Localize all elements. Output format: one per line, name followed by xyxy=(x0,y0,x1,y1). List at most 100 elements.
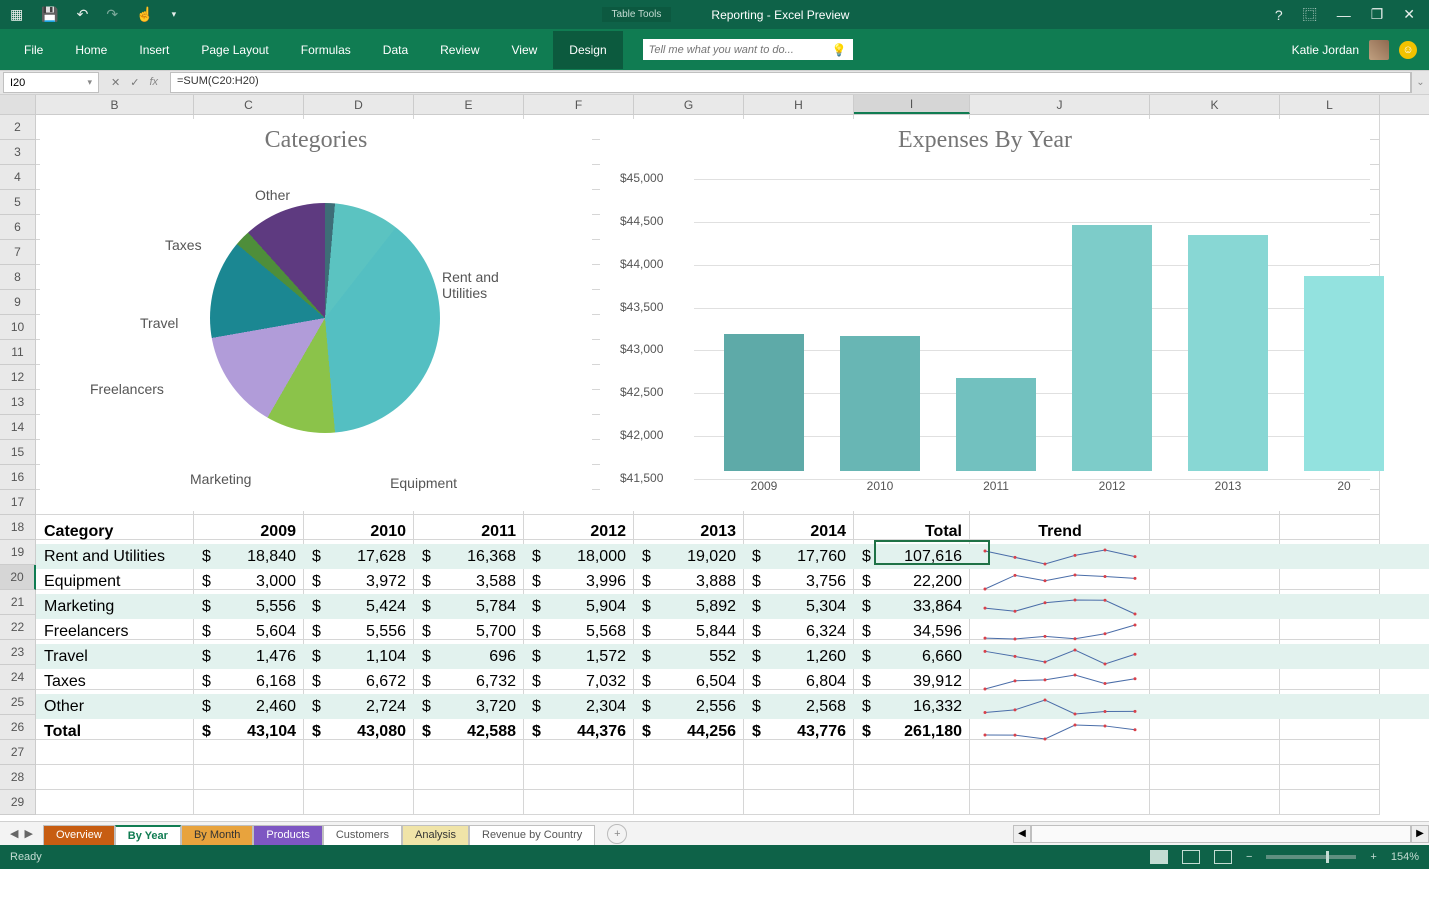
table-cell[interactable]: $2,724 xyxy=(304,698,414,716)
table-row[interactable]: Marketing$5,556$5,424$5,784$5,904$5,892$… xyxy=(36,594,1429,619)
zoom-slider[interactable] xyxy=(1266,855,1356,859)
row-header-6[interactable]: 6 xyxy=(0,215,36,240)
sheet-tab-analysis[interactable]: Analysis xyxy=(402,825,469,845)
table-cell-category[interactable]: Rent and Utilities xyxy=(36,548,194,566)
table-cell[interactable]: $5,700 xyxy=(414,623,524,641)
column-header-H[interactable]: H xyxy=(744,95,854,114)
table-cell[interactable]: $16,368 xyxy=(414,548,524,566)
cell-J29[interactable] xyxy=(970,790,1150,815)
row-header-13[interactable]: 13 xyxy=(0,390,36,415)
table-cell[interactable]: 2009 xyxy=(194,523,304,541)
table-cell[interactable]: $42,588 xyxy=(414,723,524,741)
table-cell[interactable]: 2012 xyxy=(524,523,634,541)
table-footer-row[interactable]: Total$43,104$43,080$42,588$44,376$44,256… xyxy=(36,719,1429,744)
table-row[interactable]: Travel$1,476$1,104$696$1,572$552$1,260$6… xyxy=(36,644,1429,669)
user-name-label[interactable]: Katie Jordan xyxy=(1292,43,1359,57)
row-header-28[interactable]: 28 xyxy=(0,765,36,790)
table-cell-category[interactable]: Total xyxy=(36,723,194,741)
sheet-tab-overview[interactable]: Overview xyxy=(43,825,115,845)
sheet-tab-revenue-by-country[interactable]: Revenue by Country xyxy=(469,825,595,845)
table-cell[interactable]: $1,476 xyxy=(194,648,304,666)
cancel-formula-icon[interactable]: ✕ xyxy=(111,76,120,89)
table-cell-total[interactable]: Total xyxy=(854,523,970,541)
name-box[interactable]: I20 ▾ xyxy=(3,72,99,93)
column-header-J[interactable]: J xyxy=(970,95,1150,114)
column-header-G[interactable]: G xyxy=(634,95,744,114)
row-header-27[interactable]: 27 xyxy=(0,740,36,765)
column-header-I[interactable]: I xyxy=(854,95,970,114)
table-cell[interactable]: $5,844 xyxy=(634,623,744,641)
cell-B28[interactable] xyxy=(36,765,194,790)
table-cell-total[interactable]: $107,616 xyxy=(854,548,970,566)
cell-H28[interactable] xyxy=(744,765,854,790)
row-header-9[interactable]: 9 xyxy=(0,290,36,315)
row-header-15[interactable]: 15 xyxy=(0,440,36,465)
cell-I29[interactable] xyxy=(854,790,970,815)
table-row[interactable]: Rent and Utilities$18,840$17,628$16,368$… xyxy=(36,544,1429,569)
zoom-out-icon[interactable]: − xyxy=(1246,851,1252,863)
view-normal-icon[interactable] xyxy=(1150,850,1168,864)
pie-chart[interactable]: Categories Rent andUtilities Equipment M… xyxy=(40,119,592,511)
zoom-in-icon[interactable]: + xyxy=(1370,851,1376,863)
column-header-E[interactable]: E xyxy=(414,95,524,114)
save-icon[interactable]: 💾 xyxy=(41,6,58,23)
bar-chart[interactable]: Expenses By Year $41,500$42,000$42,500$4… xyxy=(600,119,1370,511)
table-cell[interactable]: $5,904 xyxy=(524,598,634,616)
name-box-dropdown-icon[interactable]: ▾ xyxy=(87,77,92,88)
formula-input[interactable]: =SUM(C20:H20) xyxy=(170,72,1411,93)
table-cell[interactable]: $5,892 xyxy=(634,598,744,616)
table-cell[interactable]: 2014 xyxy=(744,523,854,541)
table-cell-category[interactable]: Category xyxy=(36,523,194,541)
table-cell[interactable]: $2,568 xyxy=(744,698,854,716)
row-header-22[interactable]: 22 xyxy=(0,615,36,640)
ribbon-tab-design[interactable]: Design xyxy=(553,31,622,69)
table-cell[interactable]: $1,104 xyxy=(304,648,414,666)
table-row[interactable]: Equipment$3,000$3,972$3,588$3,996$3,888$… xyxy=(36,569,1429,594)
table-cell[interactable]: $3,588 xyxy=(414,573,524,591)
table-cell[interactable]: $43,776 xyxy=(744,723,854,741)
column-header-B[interactable]: B xyxy=(36,95,194,114)
row-header-29[interactable]: 29 xyxy=(0,790,36,815)
table-cell[interactable]: $2,460 xyxy=(194,698,304,716)
table-cell[interactable]: $6,732 xyxy=(414,673,524,691)
row-header-12[interactable]: 12 xyxy=(0,365,36,390)
table-cell[interactable]: $6,324 xyxy=(744,623,854,641)
table-cell-total[interactable]: $22,200 xyxy=(854,573,970,591)
row-header-20[interactable]: 20 xyxy=(0,565,36,590)
ribbon-tab-data[interactable]: Data xyxy=(367,31,424,69)
sheet-nav-next-icon[interactable]: ▶ xyxy=(24,827,32,840)
table-cell-category[interactable]: Taxes xyxy=(36,673,194,691)
row-header-4[interactable]: 4 xyxy=(0,165,36,190)
table-cell-category[interactable]: Other xyxy=(36,698,194,716)
table-cell-total[interactable]: $33,864 xyxy=(854,598,970,616)
cell-I28[interactable] xyxy=(854,765,970,790)
column-header-L[interactable]: L xyxy=(1280,95,1380,114)
table-cell[interactable]: $3,000 xyxy=(194,573,304,591)
table-cell[interactable]: $17,760 xyxy=(744,548,854,566)
cell-K28[interactable] xyxy=(1150,765,1280,790)
table-cell[interactable]: $2,304 xyxy=(524,698,634,716)
cell-E28[interactable] xyxy=(414,765,524,790)
table-row[interactable]: Freelancers$5,604$5,556$5,700$5,568$5,84… xyxy=(36,619,1429,644)
cell-F28[interactable] xyxy=(524,765,634,790)
table-cell[interactable]: $6,804 xyxy=(744,673,854,691)
table-cell[interactable]: 2010 xyxy=(304,523,414,541)
ribbon-tab-home[interactable]: Home xyxy=(59,31,123,69)
table-cell-total[interactable]: $39,912 xyxy=(854,673,970,691)
undo-icon[interactable]: ↶ xyxy=(77,6,89,23)
sheet-tab-products[interactable]: Products xyxy=(253,825,322,845)
touch-mode-icon[interactable]: ☝ xyxy=(136,6,153,23)
zoom-level[interactable]: 154% xyxy=(1391,851,1419,863)
ribbon-tab-view[interactable]: View xyxy=(496,31,554,69)
row-header-17[interactable]: 17 xyxy=(0,490,36,515)
column-header-K[interactable]: K xyxy=(1150,95,1280,114)
row-header-21[interactable]: 21 xyxy=(0,590,36,615)
row-header-5[interactable]: 5 xyxy=(0,190,36,215)
table-cell[interactable]: $17,628 xyxy=(304,548,414,566)
table-cell[interactable]: $5,304 xyxy=(744,598,854,616)
hscroll-right-icon[interactable]: ▶ xyxy=(1411,825,1429,843)
table-cell-category[interactable]: Equipment xyxy=(36,573,194,591)
maximize-icon[interactable]: ❐ xyxy=(1371,6,1384,23)
sheet-tab-by-month[interactable]: By Month xyxy=(181,825,253,845)
table-cell[interactable]: $3,888 xyxy=(634,573,744,591)
